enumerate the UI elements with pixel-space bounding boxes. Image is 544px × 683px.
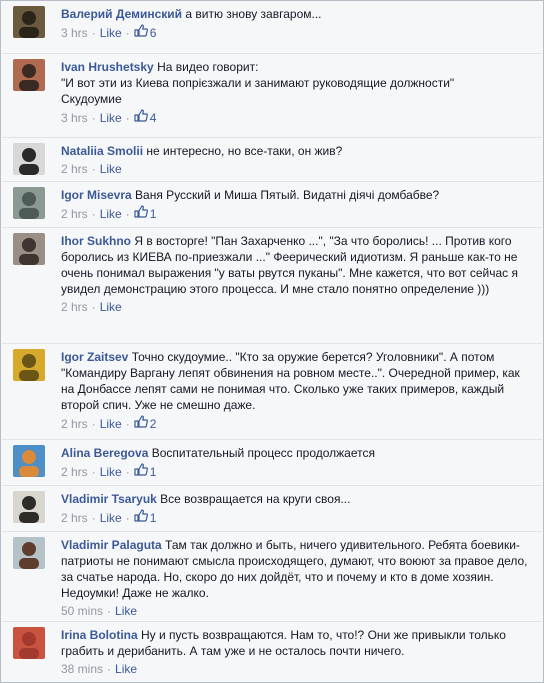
comment-author[interactable]: Irina Bolotina (61, 628, 138, 642)
comment-meta: 2 hrs · Like · 2 (61, 415, 157, 432)
comment-meta: 2 hrs · Like (61, 300, 122, 314)
comment-meta: 2 hrs · Like (61, 162, 122, 176)
comment-text: Воспитательный процесс продолжается (151, 446, 375, 460)
like-button[interactable]: Like (100, 511, 122, 525)
like-button[interactable]: Like (100, 26, 122, 40)
comment-time[interactable]: 2 hrs (61, 511, 88, 525)
like-count[interactable]: 6 (134, 24, 156, 41)
comment: Ihor Sukhno Я в восторге! "Пан Захарченк… (2, 227, 542, 343)
comment-author[interactable]: Vladimir Tsaryuk (61, 492, 157, 506)
comment-author[interactable]: Igor Misevra (61, 188, 132, 202)
avatar[interactable] (13, 6, 45, 38)
avatar[interactable] (13, 491, 45, 523)
thumbs-up-icon (134, 509, 148, 526)
comment-time[interactable]: 2 hrs (61, 300, 88, 314)
comment-meta: 2 hrs · Like · 1 (61, 463, 157, 480)
comment-time[interactable]: 38 mins (61, 662, 103, 676)
comment-meta: 38 mins · Like (61, 662, 138, 676)
thumbs-up-icon (134, 415, 148, 432)
comment-author[interactable]: Nataliia Smolii (61, 144, 143, 158)
comment-text: Я в восторге! "Пан Захарченко ...", "За … (61, 234, 522, 296)
comment-author[interactable]: Валерий Деминский (61, 7, 182, 21)
comment-meta: 3 hrs · Like · 4 (61, 109, 157, 126)
comment-time[interactable]: 3 hrs (61, 26, 88, 40)
like-count[interactable]: 1 (134, 205, 156, 222)
comment: Валерий Деминский а витю знову завгаром.… (2, 1, 542, 53)
like-count[interactable]: 2 (134, 415, 156, 432)
comment-author[interactable]: Igor Zaitsev (61, 350, 128, 364)
comment-text: не интересно, но все-таки, он жив? (146, 144, 343, 158)
thumbs-up-icon (134, 24, 148, 41)
comment-author[interactable]: Ivan Hrushetsky (61, 60, 154, 74)
comment-text: Все возвращается на круги своя... (160, 492, 351, 506)
like-button[interactable]: Like (115, 604, 137, 618)
like-button[interactable]: Like (100, 417, 122, 431)
like-count[interactable]: 4 (134, 109, 156, 126)
comment: Vladimir Tsaryuk Все возвращается на кру… (2, 485, 542, 531)
comment: Irina Bolotina Ну и пусть возвращаются. … (2, 621, 542, 682)
comment-time[interactable]: 50 mins (61, 604, 103, 618)
comment-author[interactable]: Vladimir Palaguta (61, 538, 162, 552)
like-button[interactable]: Like (100, 111, 122, 125)
comment-author[interactable]: Ihor Sukhno (61, 234, 131, 248)
comment-meta: 50 mins · Like (61, 604, 138, 618)
comment: Igor Zaitsev Точно скудоумие.. "Кто за о… (2, 343, 542, 439)
comment-time[interactable]: 3 hrs (61, 111, 88, 125)
avatar[interactable] (13, 233, 45, 265)
comment: Ivan Hrushetsky На видео говорит: "И вот… (2, 53, 542, 137)
comment-time[interactable]: 2 hrs (61, 465, 88, 479)
comment-time[interactable]: 2 hrs (61, 417, 88, 431)
comment-text: а витю знову завгаром... (185, 7, 322, 21)
thumbs-up-icon (134, 463, 148, 480)
avatar[interactable] (13, 445, 45, 477)
comment: Nataliia Smolii не интересно, но все-так… (2, 137, 542, 181)
like-button[interactable]: Like (100, 300, 122, 314)
comment-time[interactable]: 2 hrs (61, 207, 88, 221)
comment-time[interactable]: 2 hrs (61, 162, 88, 176)
avatar[interactable] (13, 627, 45, 659)
comment-text: Точно скудоумие.. "Кто за оружие берется… (61, 350, 524, 412)
avatar[interactable] (13, 143, 45, 175)
like-button[interactable]: Like (115, 662, 137, 676)
comment-author[interactable]: Alina Beregova (61, 446, 148, 460)
avatar[interactable] (13, 59, 45, 91)
thumbs-up-icon (134, 109, 148, 126)
avatar[interactable] (13, 349, 45, 381)
comment-text: Ваня Русский и Миша Пятый. Видатні діячі… (135, 188, 440, 202)
like-count[interactable]: 1 (134, 463, 156, 480)
like-count[interactable]: 1 (134, 509, 156, 526)
comment: Igor Misevra Ваня Русский и Миша Пятый. … (2, 181, 542, 227)
comments-panel: Валерий Деминский а витю знову завгаром.… (0, 0, 544, 683)
comment-meta: 2 hrs · Like · 1 (61, 509, 157, 526)
comment: Alina Beregova Воспитательный процесс пр… (2, 439, 542, 485)
avatar[interactable] (13, 537, 45, 569)
comment: Vladimir Palaguta Там так должно и быть,… (2, 531, 542, 621)
comment-meta: 3 hrs · Like · 6 (61, 24, 157, 41)
like-button[interactable]: Like (100, 162, 122, 176)
like-button[interactable]: Like (100, 207, 122, 221)
comment-meta: 2 hrs · Like · 1 (61, 205, 157, 222)
thumbs-up-icon (134, 205, 148, 222)
avatar[interactable] (13, 187, 45, 219)
like-button[interactable]: Like (100, 465, 122, 479)
